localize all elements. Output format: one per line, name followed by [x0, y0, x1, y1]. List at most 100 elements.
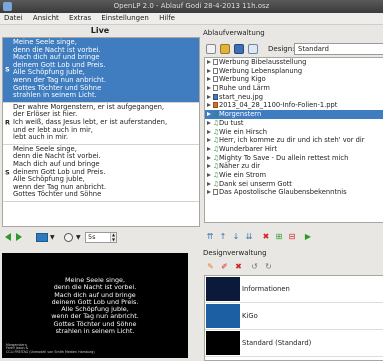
ablauf-item[interactable]: ♫ Wunderbarer Hirt — [205, 145, 383, 154]
move-up-icon[interactable]: ↑ — [219, 232, 227, 241]
music-note-icon: ♫ — [213, 162, 219, 171]
ablauf-item-label: Mighty To Save - Du allein rettest mich — [219, 153, 349, 162]
menu-datei[interactable]: Datei — [0, 13, 27, 22]
delete-icon[interactable]: ✖ — [262, 232, 270, 241]
design-item[interactable]: Informationen — [205, 276, 383, 303]
clock-icon[interactable] — [64, 233, 73, 242]
go-live-icon[interactable]: ▶ — [304, 232, 312, 241]
ablauf-item-label: Wunderbarer Hirt — [219, 144, 278, 153]
save-icon[interactable] — [234, 44, 244, 54]
expand-arrow-icon[interactable] — [207, 112, 211, 117]
menu-einstellungen[interactable]: Einstellungen — [97, 13, 152, 22]
ablauf-item[interactable]: ♫ Mighty To Save - Du allein rettest mich — [205, 154, 383, 163]
expand-arrow-icon[interactable] — [207, 94, 211, 99]
ablauf-item[interactable]: Werbung Kigo — [205, 75, 383, 84]
expand-arrow-icon[interactable] — [207, 155, 211, 160]
save-as-icon[interactable] — [248, 44, 258, 54]
next-slide-icon[interactable] — [16, 233, 22, 241]
open-folder-icon[interactable] — [220, 44, 230, 54]
expand-icon[interactable]: ⊞ — [275, 232, 283, 241]
new-file-icon[interactable] — [206, 44, 216, 54]
expand-arrow-icon[interactable] — [207, 129, 211, 134]
live-slide[interactable]: S Meine Seele singe, denn die Nacht ist vo… — [3, 38, 199, 103]
move-down-icon[interactable]: ↓ — [232, 232, 240, 241]
ablauf-item[interactable]: ♫ Näher zu dir — [205, 162, 383, 171]
ablauf-item[interactable]: Das Apostolische Glaubensbekenntnis — [205, 188, 383, 197]
slide-tag: S — [5, 168, 10, 177]
expand-arrow-icon[interactable] — [207, 77, 211, 82]
export-design-icon[interactable]: ↻ — [264, 262, 273, 271]
new-design-icon[interactable]: ✎ — [206, 262, 215, 271]
previous-slide-icon[interactable] — [5, 233, 11, 241]
ablauf-item[interactable]: ♫ Dank sei unserm Gott — [205, 180, 383, 189]
delay-input[interactable]: 5s ▲ ▼ — [85, 232, 117, 243]
ablauf-action-toolbar: ⇈ ↑ ↓ ⇊ ✖ ⊞ ⊟ ▶ — [204, 231, 382, 243]
preview-footer: Morgenstern Farell Jason & CCLI FREITAG (U… — [6, 343, 95, 355]
document-icon — [213, 189, 218, 196]
move-bottom-icon[interactable]: ⇊ — [245, 232, 253, 241]
expand-arrow-icon[interactable] — [207, 138, 211, 143]
expand-arrow-icon[interactable] — [207, 146, 211, 151]
menu-ansicht[interactable]: Ansicht — [29, 13, 63, 22]
expand-arrow-icon[interactable] — [207, 68, 211, 73]
music-note-icon: ♫ — [213, 170, 219, 179]
ablauf-item[interactable]: start_neu.jpg — [205, 93, 383, 102]
ablauf-item[interactable]: Werbung Lebensplanung — [205, 67, 383, 76]
slide-tag: R — [5, 118, 11, 127]
ablauf-item[interactable]: Ruhe und Lärm — [205, 84, 383, 93]
design-select[interactable]: Standard — [294, 43, 383, 55]
design-name: KiGo — [242, 312, 258, 320]
document-icon — [213, 67, 218, 74]
ablauf-item[interactable]: ♫ Wie ein Strom — [205, 171, 383, 180]
presentation-icon — [213, 102, 218, 109]
designs-list: Informationen KiGo Standard (Standard) — [204, 275, 383, 361]
live-slide[interactable]: R Der wahre Morgenstern, er ist aufgegang… — [3, 103, 199, 145]
expand-arrow-icon[interactable] — [207, 60, 211, 64]
ablauf-item[interactable]: 2013_04_28_1100-Info-Folien-1.ppt — [205, 101, 383, 110]
ablauf-toolbar: Design: Standard — [204, 42, 383, 56]
display-screen-icon[interactable] — [36, 233, 48, 242]
live-controls: ▼ ▼ 5s ▲ ▼ — [0, 229, 200, 247]
music-note-icon: ♫ — [213, 153, 219, 162]
document-icon — [213, 59, 218, 65]
designs-title: Designverwaltung — [203, 249, 267, 257]
delete-design-icon[interactable]: ✖ — [234, 262, 243, 271]
edit-design-icon[interactable]: ✐ — [220, 262, 229, 271]
design-thumbnail — [206, 331, 240, 355]
ablauf-item-label: Näher zu dir — [219, 162, 261, 171]
menu-extras[interactable]: Extras — [65, 13, 95, 22]
delay-spinner[interactable]: ▲ ▼ — [110, 232, 116, 242]
ablauf-item[interactable]: ♫ Herr, ich komme zu dir und ich steh' vo… — [205, 136, 383, 145]
expand-arrow-icon[interactable] — [207, 181, 211, 186]
music-note-icon: ♫ — [213, 118, 219, 127]
design-label: Design: — [268, 45, 295, 53]
ablauf-item-label: Wie ein Strom — [219, 170, 266, 179]
ablauf-item-label: Morgenstern — [219, 110, 262, 119]
ablauf-item[interactable]: ♫ Wie ein Hirsch — [205, 128, 383, 137]
expand-arrow-icon[interactable] — [207, 172, 211, 177]
expand-arrow-icon[interactable] — [207, 103, 211, 108]
ablauf-item[interactable]: Werbung Bibelausstellung — [205, 58, 383, 67]
ablauf-item-label: Du tust — [219, 118, 244, 127]
expand-arrow-icon[interactable] — [207, 86, 211, 91]
chevron-down-icon[interactable]: ▼ — [76, 234, 81, 241]
ablauf-item[interactable]: ♫ Morgenstern — [205, 110, 383, 119]
chevron-down-icon[interactable]: ▼ — [50, 234, 55, 241]
import-design-icon[interactable]: ↺ — [250, 262, 259, 271]
expand-arrow-icon[interactable] — [207, 120, 211, 125]
live-slide[interactable]: S Meine Seele singe, denn die Nacht ist vo… — [3, 145, 199, 202]
design-item[interactable]: KiGo — [205, 303, 383, 330]
ablauf-item[interactable]: ♫ Du tust — [205, 119, 383, 128]
collapse-icon[interactable]: ⊟ — [288, 232, 296, 241]
document-icon — [213, 76, 218, 83]
expand-arrow-icon[interactable] — [207, 164, 211, 169]
expand-arrow-icon[interactable] — [207, 190, 211, 195]
slide-line: lebt auch in mir. — [13, 133, 69, 142]
move-top-icon[interactable]: ⇈ — [206, 232, 214, 241]
ablauf-item-label: Wie ein Hirsch — [219, 127, 267, 136]
menu-hilfe[interactable]: Hilfe — [155, 13, 179, 22]
preview-text: Meine Seele singe, denn die Nacht ist vor… — [2, 276, 188, 335]
music-note-icon: ♫ — [213, 136, 219, 145]
design-item[interactable]: Standard (Standard) — [205, 330, 383, 357]
ablauf-item-label: start_neu.jpg — [219, 92, 263, 101]
